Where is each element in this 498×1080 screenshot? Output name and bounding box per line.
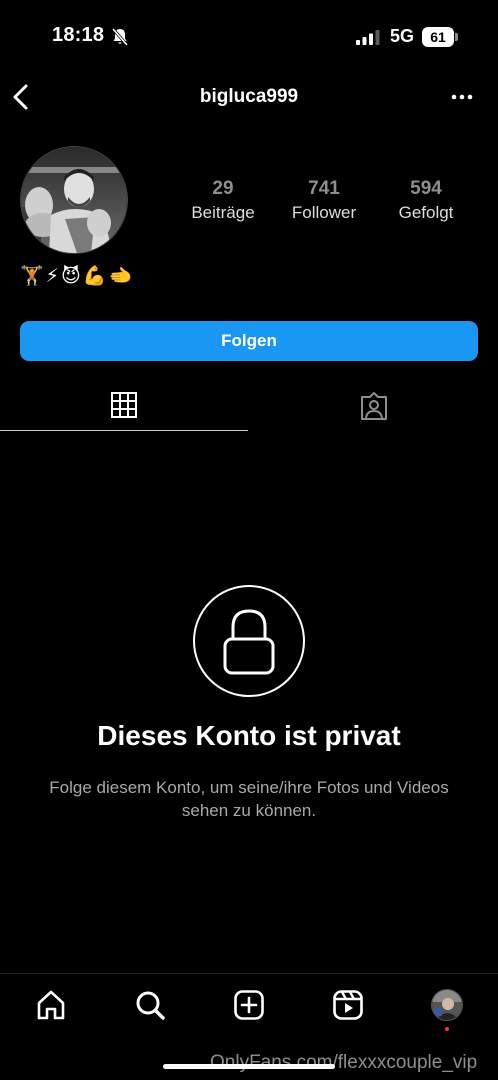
more-dots-icon[interactable]: [450, 92, 474, 102]
stat-following-label: Gefolgt: [398, 203, 454, 222]
avatar-photo: [21, 147, 127, 253]
search-icon[interactable]: [134, 989, 166, 1021]
profile-avatar-photo: [432, 990, 462, 1020]
stat-posts[interactable]: 29 Beiträge: [178, 178, 268, 223]
profile-avatar[interactable]: [20, 146, 128, 254]
notification-dot: [445, 1027, 449, 1031]
battery-icon: 61: [422, 27, 458, 47]
bell-muted-icon: [112, 28, 128, 46]
private-description: Folge diesem Konto, um seine/ihre Fotos …: [49, 778, 449, 820]
home-indicator[interactable]: [163, 1064, 335, 1069]
profile-bio: 🏋️⚡😈💪🫲: [20, 266, 135, 287]
lock-circle: [193, 585, 305, 697]
stat-following[interactable]: 594 Gefolgt: [381, 178, 471, 223]
signal-icon: [356, 30, 380, 45]
home-icon[interactable]: [35, 989, 67, 1021]
stat-following-value: 594: [410, 178, 442, 199]
bottom-nav-divider: [0, 973, 498, 974]
stat-followers-label: Follower: [291, 203, 357, 222]
status-time: 18:18: [52, 24, 105, 46]
profile-avatar-icon[interactable]: [431, 989, 463, 1021]
tagged-icon[interactable]: [359, 391, 389, 421]
reels-icon[interactable]: [332, 989, 364, 1021]
private-title: Dieses Konto ist privat: [97, 720, 401, 751]
stat-posts-label: Beiträge: [191, 203, 255, 222]
battery-level: 61: [430, 29, 446, 45]
profile-username: bigluca999: [199, 86, 299, 107]
follow-button[interactable]: Folgen: [20, 321, 478, 361]
network-type: 5G: [390, 26, 415, 46]
grid-icon[interactable]: [110, 391, 138, 419]
create-icon[interactable]: [233, 989, 265, 1021]
stat-followers-value: 741: [308, 178, 340, 199]
stat-followers[interactable]: 741 Follower: [279, 178, 369, 223]
active-tab-indicator: [0, 430, 248, 431]
lock-icon: [223, 609, 275, 675]
watermark: OnlyFans.com/flexxxcouple_vip: [210, 1052, 478, 1073]
stat-posts-value: 29: [212, 178, 234, 199]
